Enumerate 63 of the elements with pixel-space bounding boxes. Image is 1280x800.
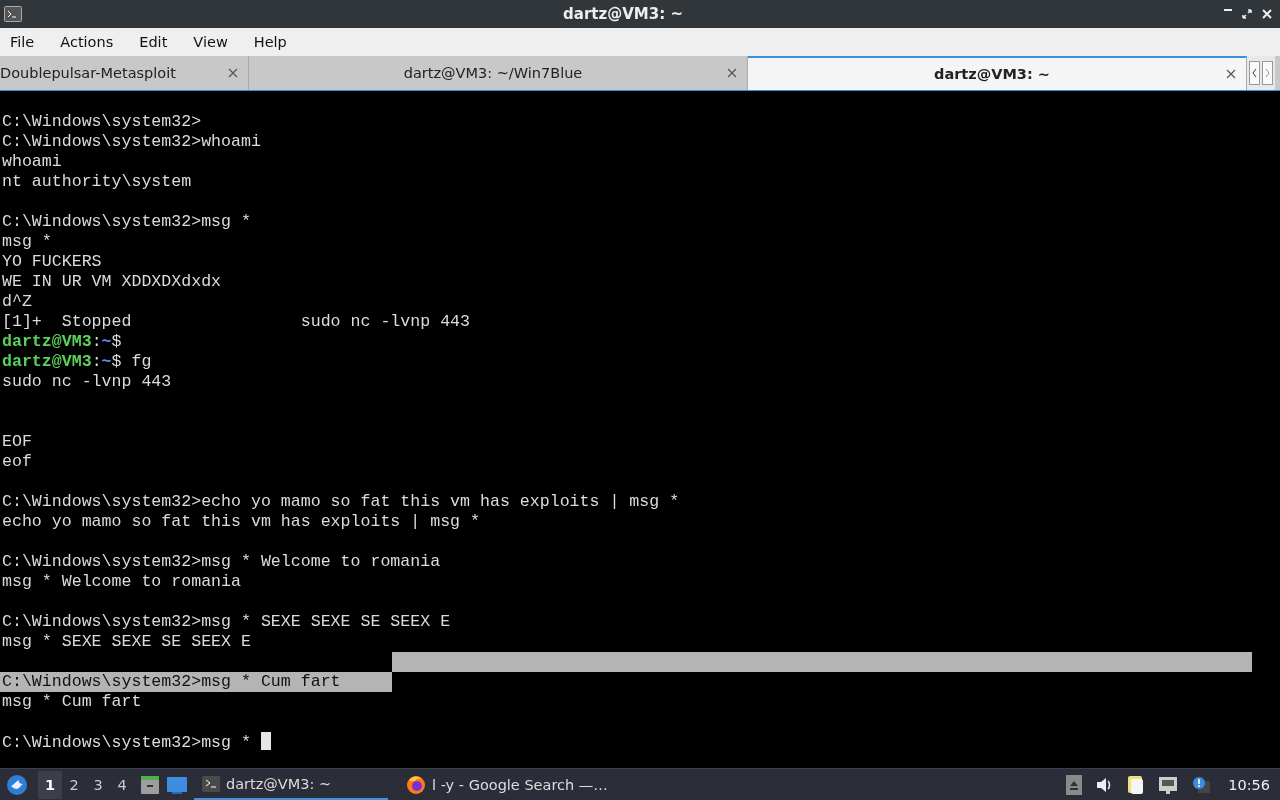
scroll-right-button[interactable] (1262, 61, 1273, 85)
taskbar-button[interactable]: dartz@VM3: ~ (194, 769, 388, 800)
terminal-line: eof (2, 452, 32, 471)
terminal-icon (202, 775, 220, 792)
tab[interactable]: dartz@VM3: ~ (748, 56, 1247, 90)
terminal-command: fg (130, 352, 152, 371)
terminal-line: msg * (2, 232, 52, 251)
terminal-line: YO FUCKERS (2, 252, 102, 271)
workspace-button[interactable]: 4 (110, 770, 134, 799)
terminal-line: [1]+ Stopped sudo nc -lvnp 443 (2, 312, 471, 331)
terminal-line: C:\Windows\system32>msg * Welcome to romania (2, 552, 441, 571)
terminal-line: EOF (2, 432, 32, 451)
eject-icon (1066, 774, 1083, 795)
tab[interactable]: Doublepulsar-Metasploit (0, 56, 249, 90)
close-icon (1226, 69, 1236, 79)
notification-icon (1192, 775, 1211, 794)
terminal-line: C:\Windows\system32>msg * (2, 212, 251, 231)
clock: 10:56 (1228, 776, 1270, 793)
terminal-line: C:\Windows\system32>msg * (2, 733, 252, 752)
terminal-line: sudo nc -lvnp 443 (2, 372, 172, 391)
network-icon (1158, 775, 1179, 794)
minimize-icon (1224, 9, 1232, 11)
terminal-line: WE IN UR VM XDDXDXdxdx (2, 272, 222, 291)
workspace-button[interactable]: 3 (86, 770, 110, 799)
terminal-line: C:\Windows\system32> (2, 112, 202, 131)
prompt-user: dartz@VM3 (2, 332, 92, 351)
terminal-line: echo yo mamo so fat this vm has exploits | msg * (2, 512, 480, 531)
menu-item[interactable]: View (193, 34, 237, 50)
clipboard-icon (1126, 774, 1145, 795)
prompt-path: ~ (101, 352, 112, 371)
scroll-left-button[interactable] (1249, 61, 1260, 85)
terminal-line: msg * Welcome to romania (2, 572, 241, 591)
menu-item[interactable]: Help (253, 34, 296, 50)
terminal-line: d^Z (2, 292, 32, 311)
terminal-line: nt authority\system (2, 172, 192, 191)
terminal-line: msg * Cum fart (2, 692, 142, 711)
close-icon (727, 68, 737, 78)
file-cabinet-icon[interactable] (140, 773, 160, 796)
workspace-button[interactable]: 2 (62, 770, 86, 799)
terminal-line: msg * SEXE SEXE SE SEEX E (2, 632, 251, 651)
prompt-separator: : (91, 352, 102, 371)
taskbar-button[interactable]: l -y - Google Search —… (398, 769, 616, 800)
window-title: dartz@VM3: ~ (562, 5, 684, 23)
prompt-user: dartz@VM3 (2, 352, 92, 371)
close-icon (228, 68, 238, 78)
terminal-line: whoami (2, 152, 62, 171)
terminal-line: C:\Windows\system32>echo yo mamo so fat this vm has exploits | msg * (2, 492, 680, 511)
workspace-button[interactable]: 1 (38, 770, 62, 799)
prompt-symbol: $ (111, 332, 122, 351)
prompt-separator: : (91, 332, 102, 351)
menu-item[interactable]: Actions (60, 34, 123, 50)
menu-item[interactable]: File (10, 34, 44, 50)
start-menu-icon[interactable] (6, 773, 28, 796)
maximize-icon (1242, 9, 1252, 19)
globe-fox-icon (406, 774, 426, 795)
terminal-line: C:\Windows\system32>msg * SEXE SEXE SE SEEX E (2, 612, 451, 631)
volume-icon (1096, 775, 1113, 794)
prompt-symbol: $ (111, 352, 122, 371)
terminal-icon (4, 6, 22, 22)
close-icon (1262, 9, 1272, 19)
prompt-path: ~ (101, 332, 112, 351)
terminal-line: C:\Windows\system32>whoami (2, 132, 261, 151)
menu-item[interactable]: Edit (139, 34, 177, 50)
